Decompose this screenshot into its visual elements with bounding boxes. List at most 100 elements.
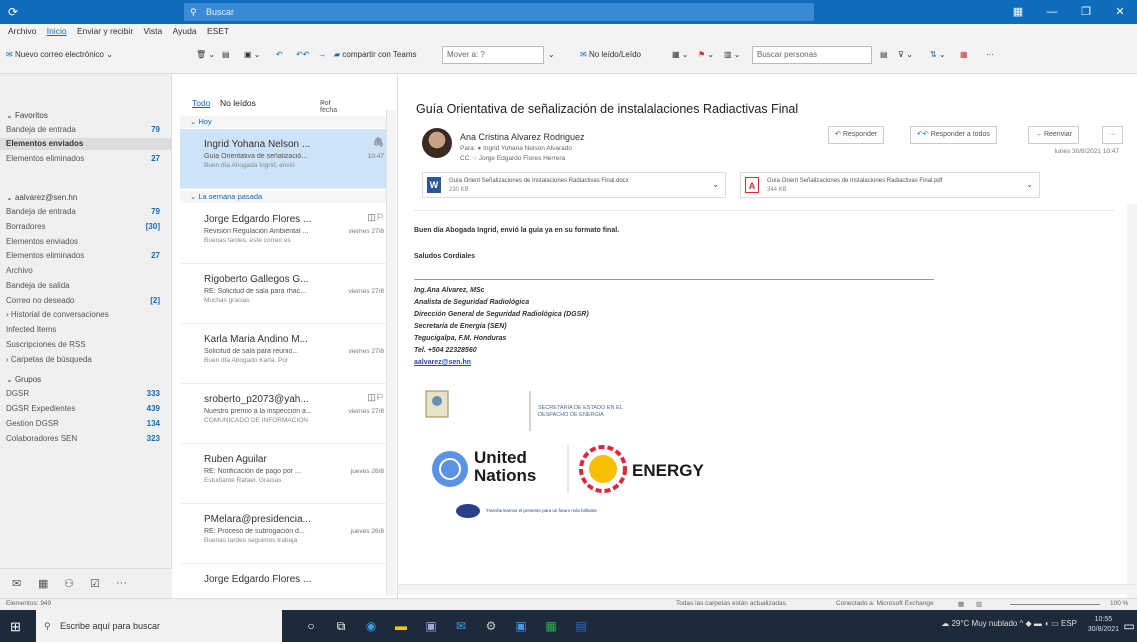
groups-header[interactable]: ⌄ Grupos — [6, 374, 166, 386]
calendar-icon[interactable]: ▦ — [38, 577, 48, 590]
more-modules-icon[interactable]: ··· — [116, 577, 127, 589]
reading-hscrollbar[interactable] — [398, 584, 1137, 594]
group-colaboradores[interactable]: Colaboradores SEN 323 — [6, 433, 166, 445]
folder-junk[interactable]: Correo no deseado [2] — [6, 295, 166, 307]
categorize-button[interactable]: ▦ ⌄ — [672, 47, 689, 63]
menu-archivo[interactable]: Archivo — [8, 24, 36, 38]
favorites-header[interactable]: ⌄ Favoritos — [6, 110, 166, 122]
folder-conversation-history[interactable]: › Historial de conversaciones — [6, 309, 166, 321]
new-email-button[interactable]: ✉ Nuevo correo electrónico ⌄ — [6, 47, 113, 63]
more-actions-button[interactable]: ··· — [1102, 126, 1123, 144]
reply-all-button[interactable]: ↶↶ — [296, 47, 309, 63]
cortana-icon[interactable]: ○ — [302, 617, 320, 635]
view-normal-icon[interactable]: ▦ — [958, 600, 964, 608]
folder-outbox[interactable]: Bandeja de salida — [6, 280, 166, 292]
menu-eset[interactable]: ESET — [207, 24, 229, 38]
folder-archive[interactable]: Archivo — [6, 265, 166, 277]
unread-button[interactable]: ✉ No leído/Leído — [580, 47, 641, 63]
windows-start-icon[interactable]: ⊞ — [10, 619, 21, 635]
folder-infected[interactable]: Infected Items — [6, 324, 166, 336]
people-icon[interactable]: ⚇ — [64, 577, 74, 590]
group-gestion-dgsr[interactable]: Gestion DGSR 134 — [6, 418, 166, 430]
notifications-icon[interactable]: ▭ — [1121, 617, 1137, 635]
teams-button[interactable]: ▰ compartir con Teams — [334, 47, 417, 63]
outlook-icon[interactable]: ▣ — [512, 617, 530, 635]
email-link[interactable]: aalvarez@sen.hn — [414, 359, 471, 366]
group-today[interactable]: ⌄ Hoy — [180, 116, 394, 128]
apps-button[interactable]: ▦ — [960, 47, 968, 63]
group-last-week[interactable]: ⌄ La semana pasada — [180, 191, 394, 203]
forward-button[interactable]: → — [318, 47, 326, 63]
reading-scrollbar[interactable] — [1127, 204, 1137, 598]
sweep-button[interactable]: ▥ ⌄ — [724, 47, 741, 63]
folder-deleted-fav[interactable]: Elementos eliminados 27 — [6, 153, 166, 165]
tab-unread[interactable]: No leídos — [220, 98, 256, 108]
zoom-slider[interactable] — [1010, 604, 1100, 605]
menu-enviar-recibir[interactable]: Enviar y recibir — [77, 24, 133, 38]
system-tray[interactable]: ☁ 29°C Muy nublado ^ ◆ ▬ ◖ ▭ ESP — [941, 619, 1077, 628]
sort-button[interactable]: ⇅ ⌄ — [930, 47, 946, 63]
task-view-icon[interactable]: ⧉ — [332, 617, 350, 635]
word-app-icon[interactable]: ▤ — [572, 617, 590, 635]
reply-all-button[interactable]: ↶↶ Responder a todos — [910, 126, 997, 144]
more-button[interactable]: ··· — [986, 47, 994, 63]
list-item[interactable]: Jorge Edgardo Flores ... — [180, 564, 394, 598]
chevron-down-icon[interactable]: ⌄ — [1026, 180, 1033, 189]
mail-icon[interactable]: ✉ — [12, 577, 21, 590]
move-to-field[interactable]: Mover a: ? — [442, 46, 544, 64]
list-item[interactable]: Ingrid Yohana Nelson ... Guía Orientativ… — [180, 129, 394, 189]
mail-app-icon[interactable]: ✉ — [452, 617, 470, 635]
view-reading-icon[interactable]: ▥ — [976, 600, 982, 608]
group-dgsr[interactable]: DGSR 333 — [6, 388, 166, 400]
folder-inbox-fav[interactable]: Bandeja de entrada 79 — [6, 124, 166, 136]
list-item[interactable]: Rigoberto Gallegos G... RE: Solicitud de… — [180, 264, 394, 324]
list-item[interactable]: Karla Maria Andino M... Solicitud de sal… — [180, 324, 394, 384]
list-item[interactable]: Jorge Edgardo Flores ... Revisión Regula… — [180, 204, 394, 264]
clock[interactable]: 10:55 30/8/2021 — [1088, 615, 1119, 635]
settings-gear-icon[interactable]: ⚙ — [482, 617, 500, 635]
attachment-pdf[interactable]: A Guía Orient Señalizaciones de Instalac… — [740, 172, 1040, 198]
reply-button[interactable]: ↶ — [276, 47, 283, 63]
folder-deleted[interactable]: Elementos eliminados 27 — [6, 250, 166, 262]
move-button[interactable]: ▣ ⌄ — [244, 47, 261, 63]
folder-search[interactable]: › Carpetas de búsqueda — [6, 354, 166, 366]
archive-button[interactable]: ▤ — [222, 47, 230, 63]
refresh-icon[interactable]: ⟳ — [8, 4, 24, 20]
reply-button[interactable]: ↶ Responder — [828, 126, 885, 144]
taskbar-search[interactable]: ⚲ Escribe aquí para buscar — [36, 610, 282, 642]
quick-steps-dropdown[interactable]: ⌄ — [548, 47, 555, 63]
menu-inicio[interactable]: Inicio — [47, 24, 67, 38]
tab-all[interactable]: Todo — [192, 98, 210, 108]
folder-rss[interactable]: Suscripciones de RSS — [6, 339, 166, 351]
address-book-button[interactable]: ▤ — [880, 47, 888, 63]
to-value[interactable]: Ingrid Yohana Nelson Alvarado — [483, 145, 572, 152]
sender-name[interactable]: Ana Cristina Alvarez Rodriguez — [460, 132, 585, 142]
filter-button[interactable]: ⊽ ⌄ — [898, 47, 913, 63]
maximize-button[interactable]: ❐ — [1069, 0, 1103, 24]
menu-ayuda[interactable]: Ayuda — [173, 24, 197, 38]
folder-sent-fav[interactable]: Elementos enviados — [0, 138, 171, 150]
list-item[interactable]: sroberto_p2073@yah... Nuestro premio a l… — [180, 384, 394, 444]
flag-button[interactable]: ⚑ ⌄ — [698, 47, 714, 63]
folder-inbox[interactable]: Bandeja de entrada 79 — [6, 206, 166, 218]
explorer-icon[interactable]: ▬ — [392, 617, 410, 635]
store-icon[interactable]: ▣ — [422, 617, 440, 635]
attachment-docx[interactable]: W Guía Orient Señalizaciones de Instalac… — [422, 172, 726, 198]
close-button[interactable]: ✕ — [1103, 0, 1137, 24]
delete-button[interactable]: 🗑 ⌄ — [196, 47, 215, 63]
sort-dropdown[interactable]: Por fecha ⌄ ↑ — [320, 98, 337, 114]
folder-sent[interactable]: Elementos enviados — [6, 236, 166, 248]
tasks-icon[interactable]: ☑ — [90, 577, 100, 590]
group-dgsr-expedientes[interactable]: DGSR Expedientes 439 — [6, 403, 166, 415]
search-people-field[interactable]: Buscar personas — [752, 46, 872, 64]
search-box[interactable]: ⚲ Buscar — [184, 3, 814, 21]
chevron-down-icon[interactable]: ⌄ — [712, 180, 719, 189]
avatar[interactable] — [422, 128, 452, 158]
forward-button[interactable]: → Reenviar — [1028, 126, 1079, 144]
account-header[interactable]: ⌄ aalvarez@sen.hn — [6, 192, 166, 204]
message-list-scrollbar[interactable] — [386, 110, 396, 596]
list-item[interactable]: Ruben Aguilar RE: Notificación de pago p… — [180, 444, 394, 504]
folder-drafts[interactable]: Borradores [30] — [6, 221, 166, 233]
ribbon-display-icon[interactable]: ▦ — [1001, 0, 1035, 24]
excel-icon[interactable]: ▦ — [542, 617, 560, 635]
